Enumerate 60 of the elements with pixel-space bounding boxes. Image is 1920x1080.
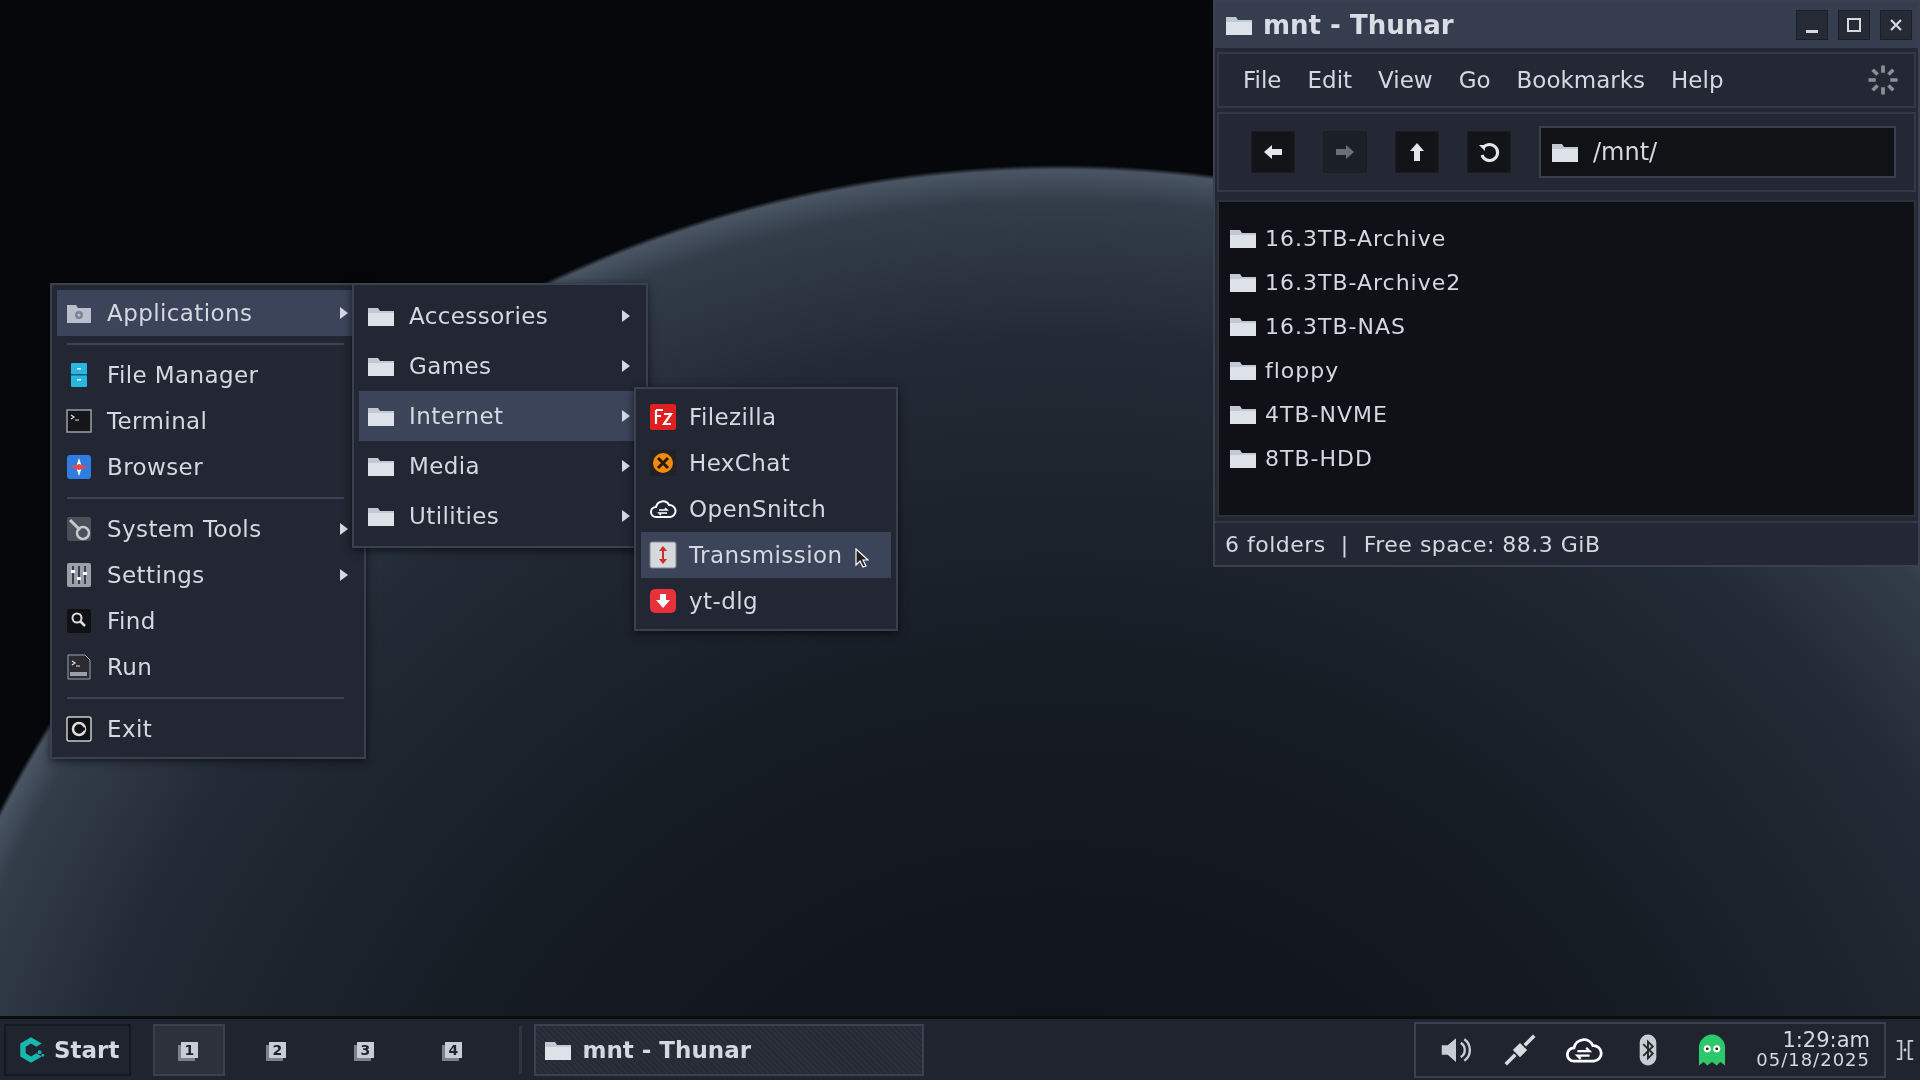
task-button[interactable]: mnt - Thunar: [534, 1023, 925, 1076]
menu-item[interactable]: Media: [359, 441, 641, 491]
menu-bar-item[interactable]: Bookmarks: [1516, 67, 1646, 93]
workspace-button[interactable]: 4: [417, 1023, 490, 1076]
menu-item[interactable]: Transmission: [641, 532, 891, 578]
window-title: mnt - Thunar: [1263, 10, 1454, 40]
clock[interactable]: 1:29:am 05/18/2025: [1756, 1029, 1870, 1070]
terminal-icon: [65, 407, 93, 435]
menu-item[interactable]: Filezilla: [641, 394, 891, 440]
power-icon: [65, 715, 93, 743]
tools-icon: [65, 515, 93, 543]
ftp-app-icon: [649, 403, 677, 431]
menu-item[interactable]: Accessories: [359, 291, 641, 341]
menu-item[interactable]: Browser: [57, 444, 359, 490]
close-button[interactable]: [1880, 10, 1912, 40]
status-text: 6 folders | Free space: 88.3 GiB: [1225, 531, 1601, 557]
compass-icon: [65, 453, 93, 481]
menu-item[interactable]: System Tools: [57, 506, 359, 552]
maximize-icon: [1846, 17, 1862, 33]
close-icon: [1888, 17, 1904, 33]
menu-bar-item[interactable]: Help: [1671, 67, 1724, 93]
spinner-icon: [1866, 63, 1900, 97]
mouse-pointer-icon: [855, 548, 869, 568]
menu-item[interactable]: Settings: [57, 552, 359, 598]
reload-icon: [1477, 140, 1501, 164]
workspace-button[interactable]: 3: [329, 1023, 402, 1076]
workspace-button[interactable]: 1: [153, 1023, 226, 1076]
arrows-box-icon: [649, 541, 677, 569]
folder-item[interactable]: 4TB-NVME: [1229, 392, 1904, 436]
reload-button[interactable]: [1467, 131, 1511, 173]
menu-bar-item[interactable]: File: [1243, 67, 1282, 93]
menu-item[interactable]: Utilities: [359, 491, 641, 541]
menu-item[interactable]: Find: [57, 598, 359, 644]
workspace-button[interactable]: 2: [241, 1023, 314, 1076]
minimize-icon: [1806, 29, 1818, 33]
sliders-icon: [65, 561, 93, 589]
menu-item[interactable]: OpenSnitch: [641, 486, 891, 532]
up-arrow-button[interactable]: [1395, 131, 1439, 173]
menu-bar-item[interactable]: Go: [1458, 67, 1491, 93]
folder-item[interactable]: 16.3TB-NAS: [1229, 304, 1904, 348]
folder-item[interactable]: floppy: [1229, 348, 1904, 392]
back-arrow-button[interactable]: [1251, 131, 1295, 173]
start-button[interactable]: Start: [4, 1023, 132, 1076]
location-field[interactable]: /mnt/: [1539, 126, 1896, 178]
minimize-button[interactable]: [1796, 10, 1828, 40]
menu-bar-item[interactable]: Edit: [1307, 67, 1353, 93]
menu-item[interactable]: Terminal: [57, 398, 359, 444]
maximize-button[interactable]: [1838, 10, 1870, 40]
menu-item[interactable]: Run: [57, 644, 359, 690]
shell-icon: [65, 653, 93, 681]
menu-item[interactable]: File Manager: [57, 352, 359, 398]
menu-item[interactable]: Games: [359, 341, 641, 391]
search-icon: [65, 607, 93, 635]
menu-item[interactable]: HexChat: [641, 440, 891, 486]
menu-bar-item[interactable]: View: [1378, 67, 1433, 93]
folder-item[interactable]: 16.3TB-Archive2: [1229, 260, 1904, 304]
menu-item[interactable]: Exit: [57, 706, 359, 752]
folder-item[interactable]: 16.3TB-Archive: [1229, 216, 1904, 260]
menu-item[interactable]: yt-dlg: [641, 578, 891, 624]
folder-item[interactable]: 8TB-HDD: [1229, 436, 1904, 480]
